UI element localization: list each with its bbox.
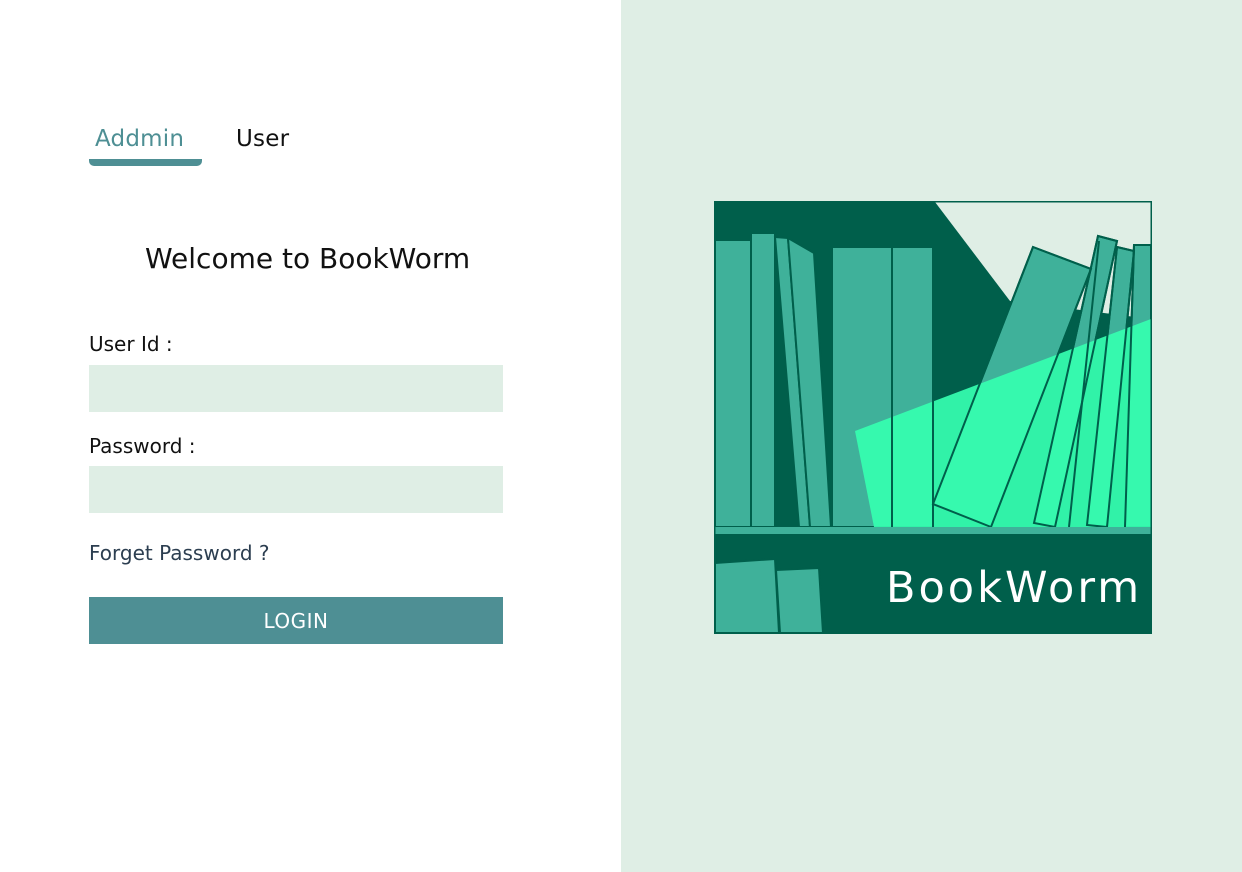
tab-admin[interactable]: Addmin: [95, 126, 184, 152]
book-icon: [774, 566, 825, 634]
page-title: Welcome to BookWorm: [145, 242, 471, 275]
password-label: Password :: [89, 434, 196, 458]
user-id-field[interactable]: [89, 365, 503, 412]
book-icon: [714, 239, 752, 528]
login-panel: Addmin User Welcome to BookWorm User Id …: [0, 0, 621, 872]
logo-text: BookWorm: [886, 563, 1143, 613]
login-button[interactable]: LOGIN: [89, 597, 503, 644]
shelf-icon: [715, 527, 1151, 534]
password-field[interactable]: [89, 466, 503, 513]
user-id-label: User Id :: [89, 332, 173, 356]
tab-user[interactable]: User: [236, 126, 289, 152]
book-icon: [750, 232, 776, 528]
active-tab-indicator: [89, 159, 202, 166]
forgot-password-link[interactable]: Forget Password ?: [89, 541, 270, 565]
book-icon: [714, 557, 781, 634]
